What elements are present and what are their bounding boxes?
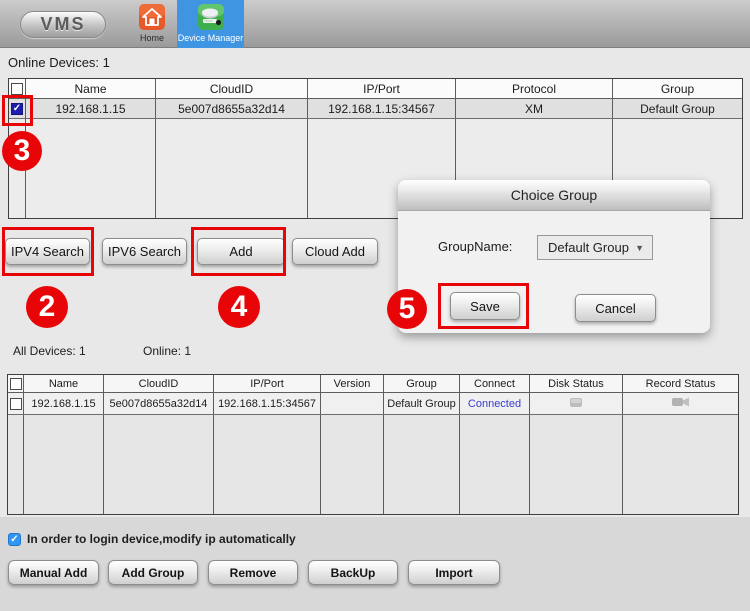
- col-ipport: IP/Port: [214, 375, 321, 392]
- col-group: Group: [613, 79, 742, 98]
- col-connect: Connect: [460, 375, 530, 392]
- manual-add-button[interactable]: Manual Add: [8, 560, 99, 585]
- auto-modify-ip-label: In order to login device,modify ip autom…: [27, 532, 296, 546]
- ipv4-search-button[interactable]: IPV4 Search: [5, 238, 90, 265]
- choice-group-dialog: Choice Group GroupName: Default Group ▼ …: [398, 180, 710, 333]
- import-button[interactable]: Import: [408, 560, 500, 585]
- tab-home-label: Home: [140, 33, 164, 43]
- vms-window: VMS Home: [0, 0, 750, 611]
- col-ipport: IP/Port: [308, 79, 456, 98]
- annotation-step-4: 4: [218, 286, 260, 328]
- select-all-devices-checkbox[interactable]: [10, 378, 22, 390]
- col-disk-status: Disk Status: [530, 375, 623, 392]
- all-devices-table: Name CloudID IP/Port Version Group Conne…: [7, 374, 739, 515]
- device-row-checkbox[interactable]: ✓: [11, 103, 23, 115]
- cell-protocol: XM: [456, 99, 613, 118]
- cell-group: Default Group: [613, 99, 742, 118]
- header-checkbox-cell: [9, 79, 26, 98]
- cell-name: 192.168.1.15: [24, 393, 104, 414]
- col-cloudid: CloudID: [104, 375, 214, 392]
- online-table-header: Name CloudID IP/Port Protocol Group: [9, 79, 742, 99]
- cell-cloudid: 5e007d8655a32d14: [104, 393, 214, 414]
- disk-icon: [569, 397, 583, 411]
- add-group-button[interactable]: Add Group: [108, 560, 198, 585]
- col-name: Name: [26, 79, 156, 98]
- devices-table-header: Name CloudID IP/Port Version Group Conne…: [8, 375, 738, 393]
- auto-modify-ip-checkbox[interactable]: ✓: [8, 533, 21, 546]
- cell-disk-status: [530, 393, 623, 414]
- online-devices-count: Online Devices: 1: [8, 55, 110, 70]
- col-record-status: Record Status: [623, 375, 738, 392]
- check-icon: ✓: [10, 534, 18, 545]
- vms-logo-text: VMS: [40, 14, 85, 35]
- cell-connect-status: Connected: [460, 393, 530, 414]
- cell-cloudid: 5e007d8655a32d14: [156, 99, 308, 118]
- devices-table-empty-area: [8, 415, 738, 514]
- remove-button[interactable]: Remove: [208, 560, 298, 585]
- tab-home[interactable]: Home: [128, 0, 176, 48]
- cloud-add-button[interactable]: Cloud Add: [292, 238, 378, 265]
- row-checkbox-cell: [8, 393, 24, 414]
- cell-version: [321, 393, 384, 414]
- cancel-button[interactable]: Cancel: [575, 294, 656, 322]
- device-manager-icon: [198, 4, 224, 30]
- cell-group: Default Group: [384, 393, 460, 414]
- backup-button[interactable]: BackUp: [308, 560, 398, 585]
- camera-icon: [672, 397, 690, 410]
- online-device-row[interactable]: ✓ 192.168.1.15 5e007d8655a32d14 192.168.…: [9, 99, 742, 119]
- group-name-value: Default Group: [548, 240, 635, 255]
- col-group: Group: [384, 375, 460, 392]
- col-protocol: Protocol: [456, 79, 613, 98]
- chevron-down-icon: ▼: [635, 243, 644, 253]
- tab-device-manager[interactable]: Device Manager: [177, 0, 244, 48]
- save-button[interactable]: Save: [450, 292, 520, 320]
- check-icon: ✓: [13, 104, 21, 114]
- vms-logo: VMS: [20, 11, 106, 38]
- annotation-step-2: 2: [26, 286, 68, 328]
- device-checkbox[interactable]: [10, 398, 22, 410]
- select-all-checkbox[interactable]: [11, 83, 23, 95]
- all-devices-count: All Devices: 1: [13, 344, 86, 358]
- add-button[interactable]: Add: [197, 238, 285, 265]
- cell-record-status: [623, 393, 738, 414]
- dialog-title: Choice Group: [398, 180, 710, 211]
- row-checkbox-cell: ✓: [9, 99, 26, 118]
- group-name-dropdown[interactable]: Default Group ▼: [537, 235, 653, 260]
- header-checkbox-cell: [8, 375, 24, 392]
- tab-device-manager-label: Device Manager: [178, 33, 244, 43]
- col-name: Name: [24, 375, 104, 392]
- cell-ipport: 192.168.1.15:34567: [308, 99, 456, 118]
- ipv6-search-button[interactable]: IPV6 Search: [102, 238, 187, 265]
- online-count: Online: 1: [143, 344, 191, 358]
- col-cloudid: CloudID: [156, 79, 308, 98]
- cell-ipport: 192.168.1.15:34567: [214, 393, 321, 414]
- col-version: Version: [321, 375, 384, 392]
- top-toolbar: VMS Home: [0, 0, 750, 48]
- group-name-label: GroupName:: [438, 239, 512, 254]
- cell-name: 192.168.1.15: [26, 99, 156, 118]
- device-row[interactable]: 192.168.1.15 5e007d8655a32d14 192.168.1.…: [8, 393, 738, 415]
- home-icon: [139, 4, 165, 30]
